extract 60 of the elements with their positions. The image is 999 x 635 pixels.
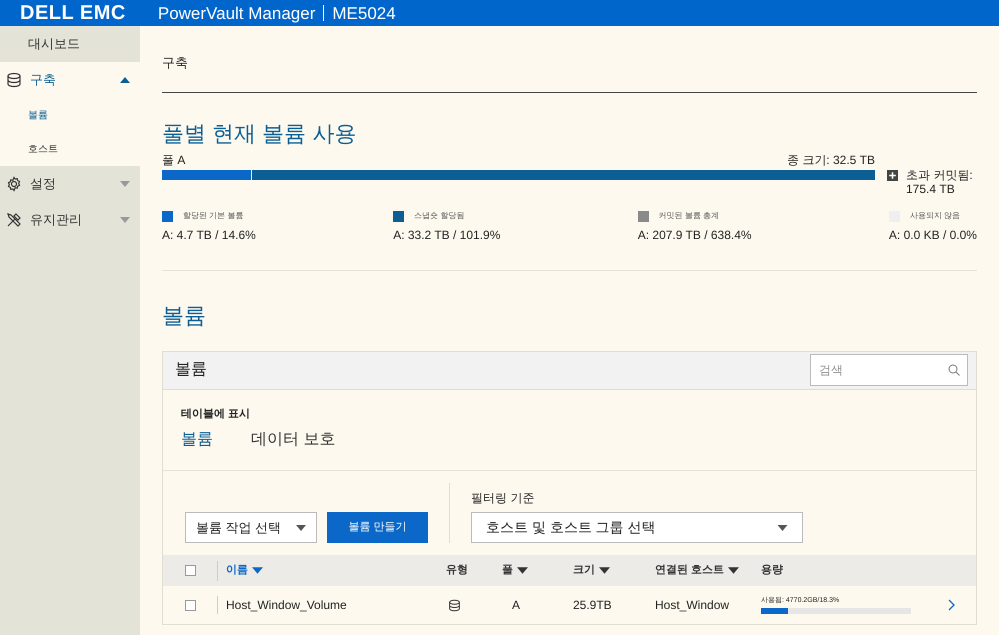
legend-value: A: 207.9 TB / 638.4% [638,227,752,244]
sort-icon [728,567,740,574]
sort-icon [517,567,528,574]
table-cell: 25.9TB [573,598,612,612]
table-cell: A [512,598,520,612]
sidebar-item[interactable]: 설정 [0,166,140,202]
total-size: 종 크기: 32.5 TB [786,154,875,166]
tab[interactable]: 데이터 보호 [251,428,336,452]
sidebar-item[interactable]: 구축 [0,62,140,98]
section-label: 테이블에 표시 [181,406,252,422]
sidebar-item[interactable]: 대시보드 [0,26,140,62]
section-title: 풀별 현재 볼륨 사용 [162,120,358,147]
table-cell: Host_Window_Volume [226,598,347,612]
section-title: 볼륨 [162,302,207,330]
model-name: ME5024 [332,4,396,22]
column-header[interactable]: 크기 [573,562,610,579]
legend-label: 커밋된 볼륨 총계 [658,210,720,222]
pool-label: 풀 A [162,154,186,166]
row-checkbox[interactable] [184,600,196,610]
sidebar-subitem[interactable]: 볼륨 [0,98,140,132]
product-name: PowerVault Manager [158,4,316,22]
caret-icon [120,77,130,83]
table-cell: Host_Window [655,598,730,612]
caret-icon [777,524,788,530]
filter-dropdown[interactable]: 호스트 및 호스트 그룹 선택 [471,512,803,543]
sidebar-item[interactable]: 유지관리 [0,202,140,238]
tools-icon [6,212,22,228]
action-dropdown[interactable]: 볼륨 작업 선택 [185,512,317,543]
sidebar-subitem[interactable]: 호스트 [0,132,140,166]
database-icon [6,72,22,88]
legend-label: 사용되지 않음 [910,210,960,222]
sort-icon [599,567,610,574]
settings-icon [6,176,22,192]
chevron-right-icon[interactable] [948,599,956,611]
legend-label: 할당된 기본 볼륨 [183,210,244,222]
expand-icon[interactable] [887,170,898,181]
legend-label: 스냅숏 할당됨 [414,210,464,222]
tab[interactable]: 볼륨 [181,428,213,452]
breadcrumb: 구축 [162,26,977,92]
volume-icon [448,598,461,612]
legend-value: A: 0.0 KB / 0.0% [888,227,977,244]
column-header[interactable]: 이름 [226,562,263,579]
legend-value: A: 33.2 TB / 101.9% [393,227,500,244]
caret-icon [120,217,130,223]
create-volume-button[interactable]: 볼륨 만들기 [327,512,428,543]
caret-icon [120,181,130,187]
logo: DELL EMC [20,3,126,23]
overcommit-label: 초과 커밋됨: 175.4 TB [906,168,973,196]
sort-icon [252,567,263,574]
panel-title: 볼륨 [175,360,207,380]
search-field[interactable]: 검색 [810,354,968,386]
legend-value: A: 4.7 TB / 14.6% [162,227,256,244]
column-header[interactable]: 풀 [502,562,528,579]
column-header[interactable]: 연결된 호스트 [655,562,740,579]
column-header: 용량 [761,563,783,578]
select-all-checkbox[interactable] [184,565,196,576]
filter-label: 필터링 기준 [471,490,536,507]
column-header: 유형 [446,563,468,578]
search-icon [948,364,960,376]
caret-icon [296,524,306,530]
